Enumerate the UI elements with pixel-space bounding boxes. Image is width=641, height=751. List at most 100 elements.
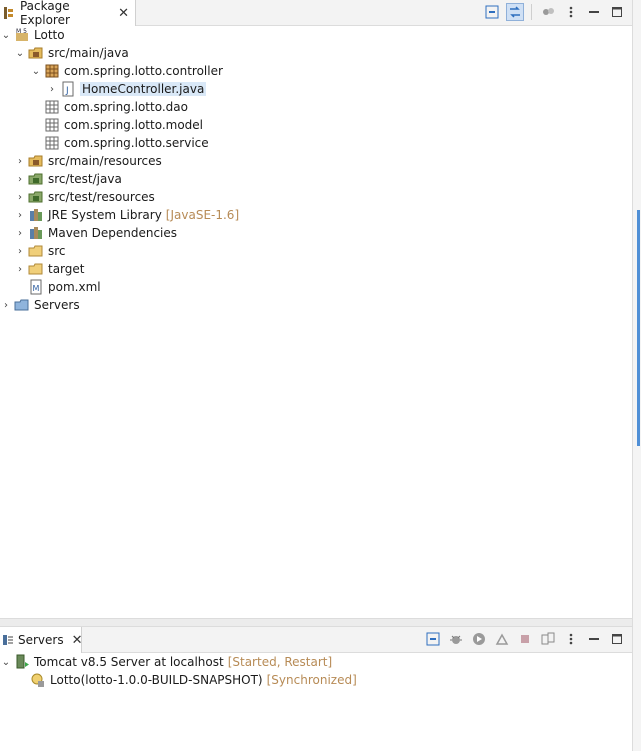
chevron-down-icon[interactable]: ⌄	[30, 66, 42, 77]
folder-icon	[28, 243, 44, 259]
chevron-right-icon[interactable]: ›	[14, 210, 26, 221]
maven-project-icon: M 5	[14, 27, 30, 43]
tree-item-src-folder[interactable]: › src	[14, 242, 66, 260]
tree-item-lotto[interactable]: ⌄ M 5 Lotto	[0, 26, 65, 44]
chevron-right-icon[interactable]: ›	[14, 228, 26, 239]
maximize-icon[interactable]	[608, 3, 626, 21]
tab-package-explorer[interactable]: Package Explorer ✕	[0, 0, 136, 27]
tree-item-homecontroller[interactable]: › J HomeController.java	[46, 80, 207, 98]
view-toolbar	[483, 3, 626, 21]
overview-ruler-marker	[637, 210, 640, 446]
tree-item-servers[interactable]: › Servers	[0, 296, 80, 314]
servers-view: Servers ✕ ⌄ Tomcat v8.5 Server at localh…	[0, 627, 632, 751]
tree-item-label: src/main/java	[48, 46, 129, 60]
start-server-icon[interactable]	[470, 630, 488, 648]
tree-item-label: com.spring.lotto.model	[64, 118, 204, 132]
tree-item-label: JRE System Library	[48, 208, 162, 222]
tree-item-target-folder[interactable]: › target	[14, 260, 85, 278]
empty-package-icon	[44, 135, 60, 151]
chevron-right-icon[interactable]: ›	[0, 300, 12, 311]
chevron-down-icon[interactable]: ⌄	[0, 657, 12, 668]
chevron-right-icon[interactable]: ›	[14, 264, 26, 275]
chevron-right-icon[interactable]: ›	[14, 246, 26, 257]
tree-item-label: src/test/java	[48, 172, 122, 186]
library-icon	[28, 207, 44, 223]
tree-item-maven-dependencies[interactable]: › Maven Dependencies	[14, 224, 177, 242]
tree-item-label: src	[48, 244, 66, 258]
chevron-right-icon[interactable]: ›	[14, 192, 26, 203]
web-module-icon	[30, 672, 46, 688]
tree-item-label: target	[48, 262, 85, 276]
tree-item-controller-package[interactable]: ⌄ com.spring.lotto.controller	[30, 62, 223, 80]
test-source-folder-icon	[28, 189, 44, 205]
module-status: [Synchronized]	[266, 673, 357, 687]
debug-server-icon[interactable]	[447, 630, 465, 648]
view-menu-icon[interactable]	[562, 630, 580, 648]
chevron-right-icon[interactable]: ›	[14, 174, 26, 185]
toolbar-separator	[531, 4, 532, 20]
profile-server-icon[interactable]	[493, 630, 511, 648]
tree-item-src-test-resources[interactable]: › src/test/resources	[14, 188, 155, 206]
tree-item-label: Lotto(lotto-1.0.0-BUILD-SNAPSHOT)	[50, 673, 263, 687]
tree-item-label: Tomcat v8.5 Server at localhost	[34, 655, 224, 669]
source-folder-icon	[28, 45, 44, 61]
tree-item-label: Maven Dependencies	[48, 226, 178, 240]
tree-item-label: HomeController.java	[80, 82, 207, 96]
tomcat-server-icon	[14, 654, 30, 670]
tree-item-label: pom.xml	[48, 280, 101, 294]
chevron-down-icon[interactable]: ⌄	[0, 30, 12, 41]
tree-item-label: com.spring.lotto.service	[64, 136, 209, 150]
library-icon	[28, 225, 44, 241]
tree-item-model-package[interactable]: com.spring.lotto.model	[30, 116, 203, 134]
tree-item-service-package[interactable]: com.spring.lotto.service	[30, 134, 209, 152]
tree-item-src-main-java[interactable]: ⌄ src/main/java	[14, 44, 129, 62]
chevron-down-icon[interactable]: ⌄	[14, 48, 26, 59]
collapse-all-icon[interactable]	[483, 3, 501, 21]
servers-toolbar	[424, 630, 626, 648]
tree-item-label: Lotto	[34, 28, 65, 42]
test-source-folder-icon	[28, 171, 44, 187]
tree-item-label: src/main/resources	[48, 154, 162, 168]
tree-item-src-main-resources[interactable]: › src/main/resources	[14, 152, 162, 170]
tree-item-jre-library[interactable]: › JRE System Library [JavaSE-1.6]	[14, 206, 239, 224]
stop-server-icon[interactable]	[516, 630, 534, 648]
minimize-icon[interactable]	[585, 3, 603, 21]
maximize-icon[interactable]	[608, 630, 626, 648]
servers-folder-icon	[14, 297, 30, 313]
minimize-icon[interactable]	[585, 630, 603, 648]
package-explorer-tabbar: Package Explorer ✕	[0, 0, 632, 27]
svg-text:M: M	[33, 284, 40, 293]
server-status: [Started, Restart]	[227, 655, 333, 669]
chevron-right-icon[interactable]: ›	[46, 84, 58, 95]
source-folder-icon	[28, 153, 44, 169]
folder-icon	[28, 261, 44, 277]
tree-item-dao-package[interactable]: com.spring.lotto.dao	[30, 98, 188, 116]
close-icon[interactable]: ✕	[118, 6, 129, 21]
svg-text:J: J	[65, 86, 69, 96]
package-explorer-icon	[2, 5, 16, 21]
view-divider[interactable]	[0, 618, 632, 627]
tab-servers[interactable]: Servers ✕	[0, 627, 83, 653]
right-sash[interactable]	[632, 0, 641, 751]
close-icon[interactable]: ✕	[72, 633, 83, 648]
tree-item-label: Servers	[34, 298, 80, 312]
svg-text:M 5: M 5	[16, 28, 27, 35]
tree-item-label: com.spring.lotto.dao	[64, 100, 188, 114]
link-with-editor-icon[interactable]	[506, 3, 524, 21]
servers-tabbar: Servers ✕	[0, 627, 632, 653]
focus-icon[interactable]	[539, 3, 557, 21]
package-icon	[44, 63, 60, 79]
tree-item-pom-xml[interactable]: M pom.xml	[14, 278, 101, 296]
tree-item-lotto-module[interactable]: Lotto(lotto-1.0.0-BUILD-SNAPSHOT) [Synch…	[16, 671, 357, 689]
java-file-icon: J	[60, 81, 76, 97]
empty-package-icon	[44, 99, 60, 115]
tab-label: Servers	[18, 633, 64, 647]
tree-item-tomcat-server[interactable]: ⌄ Tomcat v8.5 Server at localhost [Start…	[0, 653, 332, 671]
tree-item-src-test-java[interactable]: › src/test/java	[14, 170, 122, 188]
view-menu-icon[interactable]	[562, 3, 580, 21]
chevron-right-icon[interactable]: ›	[14, 156, 26, 167]
collapse-all-icon[interactable]	[424, 630, 442, 648]
tree-item-decoration: [JavaSE-1.6]	[165, 208, 240, 222]
publish-icon[interactable]	[539, 630, 557, 648]
empty-package-icon	[44, 117, 60, 133]
